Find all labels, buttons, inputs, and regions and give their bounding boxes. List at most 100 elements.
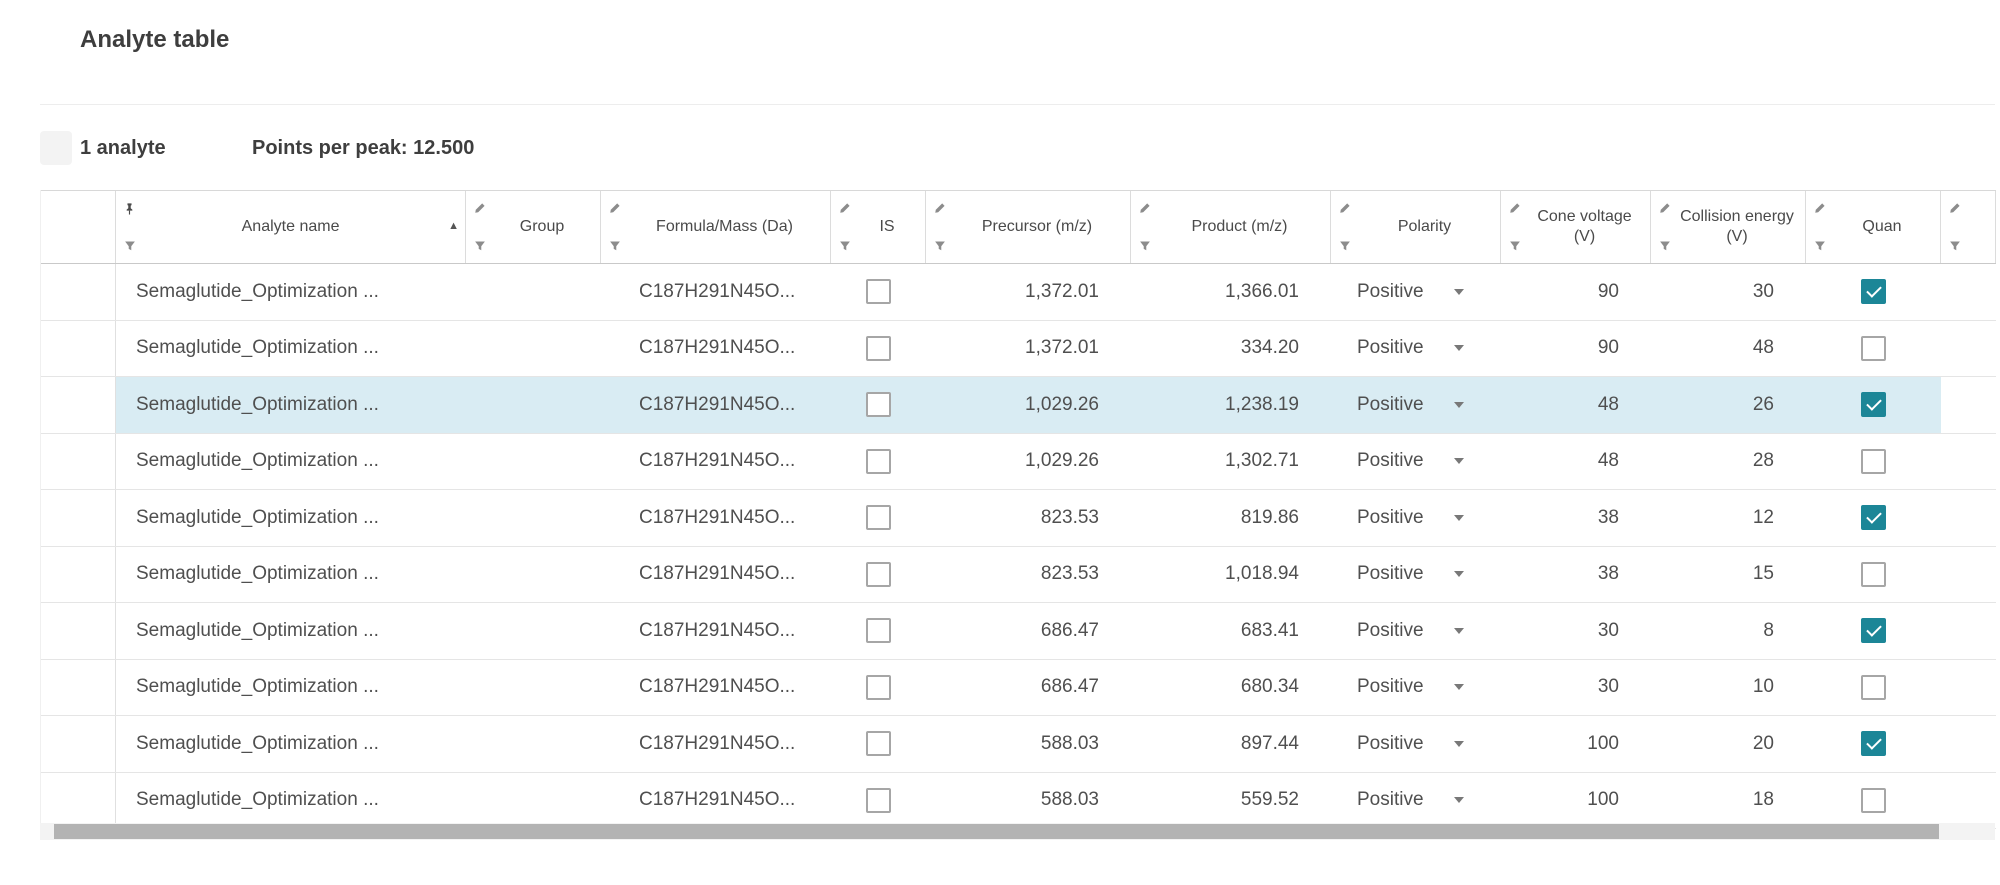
formula-mass-cell[interactable]: C187H291N45O...	[601, 264, 831, 320]
formula-mass-cell[interactable]: C187H291N45O...	[601, 603, 831, 659]
analyte-name-cell[interactable]: Semaglutide_Optimization ...	[116, 716, 466, 772]
quan-cell[interactable]	[1806, 547, 1941, 603]
precursor-mz-cell[interactable]: 823.53	[926, 547, 1131, 603]
filter-icon[interactable]	[1949, 240, 1961, 252]
precursor-mz-cell[interactable]: 1,372.01	[926, 264, 1131, 320]
table-row[interactable]: Semaglutide_Optimization ... C187H291N45O…	[41, 490, 1996, 547]
quan-checkbox[interactable]	[1861, 674, 1886, 700]
row-handle-cell[interactable]	[41, 716, 116, 772]
filter-icon[interactable]	[934, 240, 946, 252]
product-mz-cell[interactable]: 559.52	[1131, 773, 1331, 829]
polarity-cell[interactable]: Positive	[1331, 603, 1501, 659]
group-cell[interactable]	[466, 547, 601, 603]
row-handle-cell[interactable]	[41, 377, 116, 433]
filter-icon[interactable]	[839, 240, 851, 252]
is-cell[interactable]	[831, 603, 926, 659]
analyte-name-cell[interactable]: Semaglutide_Optimization ...	[116, 321, 466, 377]
is-checkbox[interactable]	[866, 505, 891, 531]
table-row[interactable]: Semaglutide_Optimization ... C187H291N45O…	[41, 433, 1996, 490]
column-header-product[interactable]: Product (m/z)	[1131, 191, 1331, 263]
formula-mass-cell[interactable]: C187H291N45O...	[601, 773, 831, 829]
product-mz-cell[interactable]: 897.44	[1131, 716, 1331, 772]
polarity-select[interactable]: Positive	[1357, 337, 1464, 359]
filter-icon[interactable]	[124, 240, 136, 252]
analyte-name-cell[interactable]: Semaglutide_Optimization ...	[116, 377, 466, 433]
polarity-select[interactable]: Positive	[1357, 733, 1464, 755]
filter-icon[interactable]	[1659, 240, 1671, 252]
cone-voltage-cell[interactable]: 90	[1501, 321, 1651, 377]
cone-voltage-cell[interactable]: 48	[1501, 377, 1651, 433]
quan-cell[interactable]	[1806, 321, 1941, 377]
cone-voltage-cell[interactable]: 30	[1501, 603, 1651, 659]
is-cell[interactable]	[831, 773, 926, 829]
group-cell[interactable]	[466, 264, 601, 320]
polarity-cell[interactable]: Positive	[1331, 434, 1501, 490]
row-handle-cell[interactable]	[41, 433, 116, 489]
is-checkbox[interactable]	[866, 392, 891, 418]
analyte-name-cell[interactable]: Semaglutide_Optimization ...	[116, 490, 466, 546]
filter-icon[interactable]	[609, 240, 621, 252]
column-header-quan[interactable]: Quan	[1806, 191, 1941, 263]
collision-energy-cell[interactable]: 48	[1651, 321, 1806, 377]
is-checkbox[interactable]	[866, 279, 891, 305]
precursor-mz-cell[interactable]: 588.03	[926, 716, 1131, 772]
filter-icon[interactable]	[1139, 240, 1151, 252]
group-cell[interactable]	[466, 603, 601, 659]
table-row[interactable]: Semaglutide_Optimization ... C187H291N45O…	[41, 772, 1996, 829]
column-header-name[interactable]: Analyte name ▲	[116, 191, 466, 263]
polarity-cell[interactable]: Positive	[1331, 264, 1501, 320]
quan-checkbox[interactable]	[1861, 335, 1886, 361]
table-row[interactable]: Semaglutide_Optimization ... C187H291N45O…	[41, 603, 1996, 660]
filter-icon[interactable]	[1509, 240, 1521, 252]
quan-checkbox[interactable]	[1861, 448, 1886, 474]
product-mz-cell[interactable]: 1,302.71	[1131, 434, 1331, 490]
quan-checkbox[interactable]	[1861, 561, 1886, 587]
quan-cell[interactable]	[1806, 264, 1941, 320]
collision-energy-cell[interactable]: 28	[1651, 434, 1806, 490]
polarity-select[interactable]: Positive	[1357, 507, 1464, 529]
polarity-cell[interactable]: Positive	[1331, 490, 1501, 546]
cone-voltage-cell[interactable]: 38	[1501, 490, 1651, 546]
filter-icon[interactable]	[1814, 240, 1826, 252]
is-cell[interactable]	[831, 660, 926, 716]
precursor-mz-cell[interactable]: 686.47	[926, 603, 1131, 659]
quan-checkbox[interactable]	[1861, 392, 1886, 418]
product-mz-cell[interactable]: 334.20	[1131, 321, 1331, 377]
polarity-select[interactable]: Positive	[1357, 394, 1464, 416]
formula-mass-cell[interactable]: C187H291N45O...	[601, 490, 831, 546]
quan-cell[interactable]	[1806, 434, 1941, 490]
precursor-mz-cell[interactable]: 1,029.26	[926, 434, 1131, 490]
cone-voltage-cell[interactable]: 38	[1501, 547, 1651, 603]
horizontal-scrollbar[interactable]	[40, 823, 1995, 840]
quan-checkbox[interactable]	[1861, 618, 1886, 644]
horizontal-scrollbar-thumb[interactable]	[54, 824, 1939, 839]
polarity-select[interactable]: Positive	[1357, 563, 1464, 585]
quan-checkbox[interactable]	[1861, 505, 1886, 531]
precursor-mz-cell[interactable]: 686.47	[926, 660, 1131, 716]
polarity-select[interactable]: Positive	[1357, 676, 1464, 698]
is-cell[interactable]	[831, 490, 926, 546]
filter-icon[interactable]	[474, 240, 486, 252]
row-handle-cell[interactable]	[41, 546, 116, 602]
row-handle-cell[interactable]	[41, 490, 116, 546]
is-cell[interactable]	[831, 377, 926, 433]
is-checkbox[interactable]	[866, 448, 891, 474]
filter-icon[interactable]	[1339, 240, 1351, 252]
polarity-select[interactable]: Positive	[1357, 789, 1464, 811]
is-checkbox[interactable]	[866, 731, 891, 757]
quan-checkbox[interactable]	[1861, 731, 1886, 757]
polarity-select[interactable]: Positive	[1357, 620, 1464, 642]
formula-mass-cell[interactable]: C187H291N45O...	[601, 321, 831, 377]
polarity-cell[interactable]: Positive	[1331, 377, 1501, 433]
collision-energy-cell[interactable]: 26	[1651, 377, 1806, 433]
formula-mass-cell[interactable]: C187H291N45O...	[601, 547, 831, 603]
is-checkbox[interactable]	[866, 335, 891, 361]
quan-cell[interactable]	[1806, 490, 1941, 546]
collision-energy-cell[interactable]: 12	[1651, 490, 1806, 546]
analyte-name-cell[interactable]: Semaglutide_Optimization ...	[116, 773, 466, 829]
row-handle-cell[interactable]	[41, 320, 116, 376]
polarity-select[interactable]: Positive	[1357, 450, 1464, 472]
precursor-mz-cell[interactable]: 588.03	[926, 773, 1131, 829]
product-mz-cell[interactable]: 1,366.01	[1131, 264, 1331, 320]
table-row[interactable]: Semaglutide_Optimization ... C187H291N45O…	[41, 320, 1996, 377]
